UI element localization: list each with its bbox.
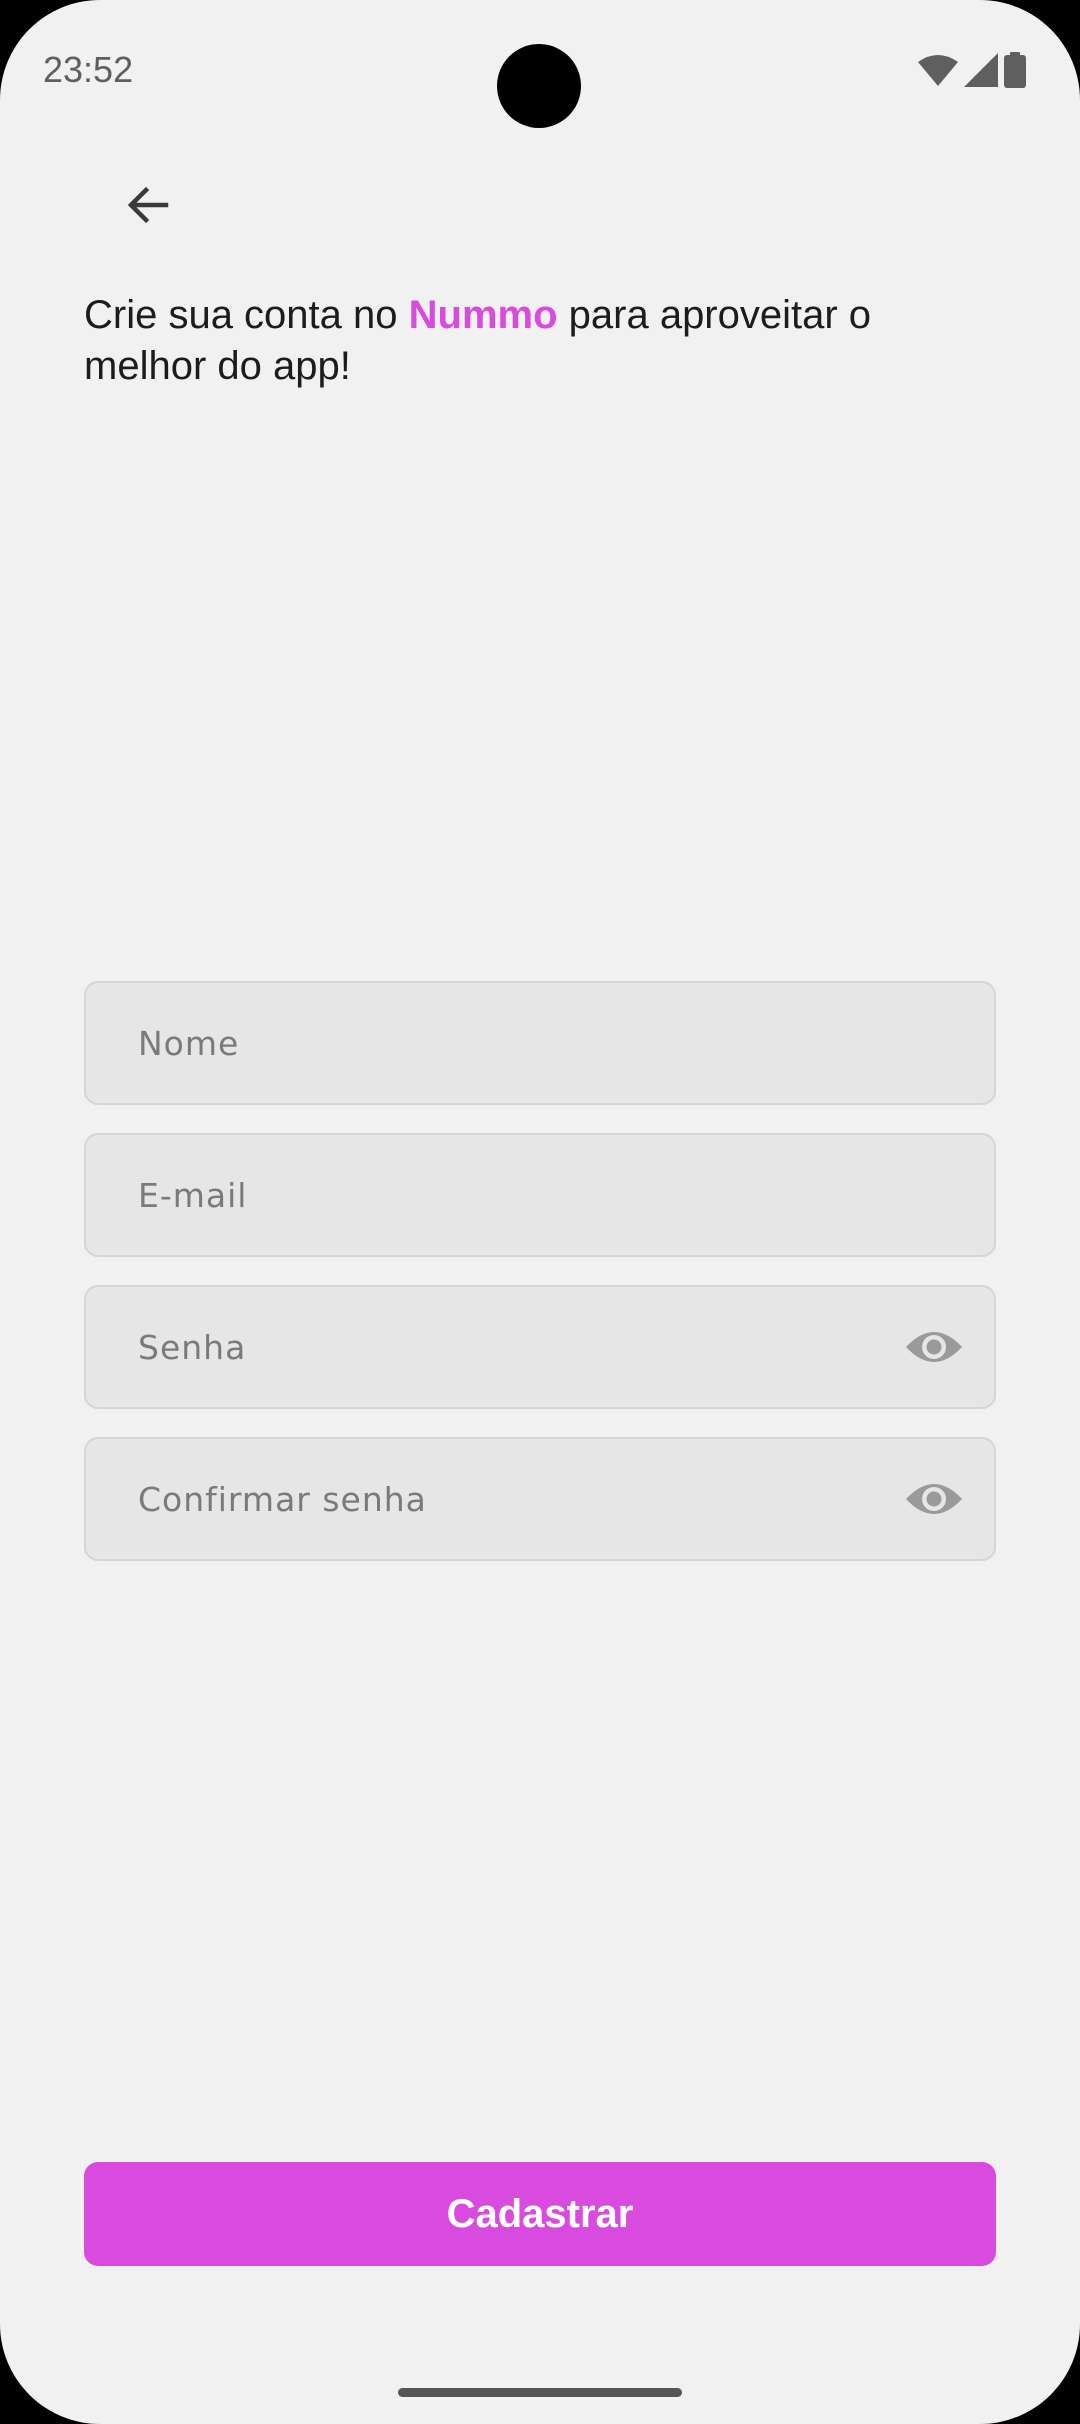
password-field <box>84 1285 996 1409</box>
confirm-password-input[interactable] <box>86 1439 994 1559</box>
back-button[interactable] <box>108 165 188 245</box>
wifi-icon <box>918 55 958 86</box>
camera-cutout <box>497 44 581 128</box>
brand-name: Nummo <box>408 293 558 337</box>
eye-icon[interactable] <box>904 1325 964 1369</box>
battery-icon <box>1004 52 1026 88</box>
name-input[interactable] <box>86 983 994 1103</box>
screen: 23:52 Crie sua conta no Nummo para aprov… <box>0 0 1080 2424</box>
arrow-left-icon <box>127 186 169 224</box>
signal-icon <box>964 53 998 87</box>
name-field <box>84 981 996 1105</box>
page-headline: Crie sua conta no Nummo para aproveitar … <box>84 290 984 392</box>
status-icons <box>918 50 1026 90</box>
register-button[interactable]: Cadastrar <box>84 2162 996 2266</box>
home-indicator[interactable] <box>398 2388 682 2397</box>
eye-icon[interactable] <box>904 1477 964 1521</box>
status-time: 23:52 <box>43 49 134 90</box>
confirm-password-field <box>84 1437 996 1561</box>
headline-prefix: Crie sua conta no <box>84 293 409 337</box>
password-input[interactable] <box>86 1287 994 1407</box>
email-input[interactable] <box>86 1135 994 1255</box>
email-field <box>84 1133 996 1257</box>
